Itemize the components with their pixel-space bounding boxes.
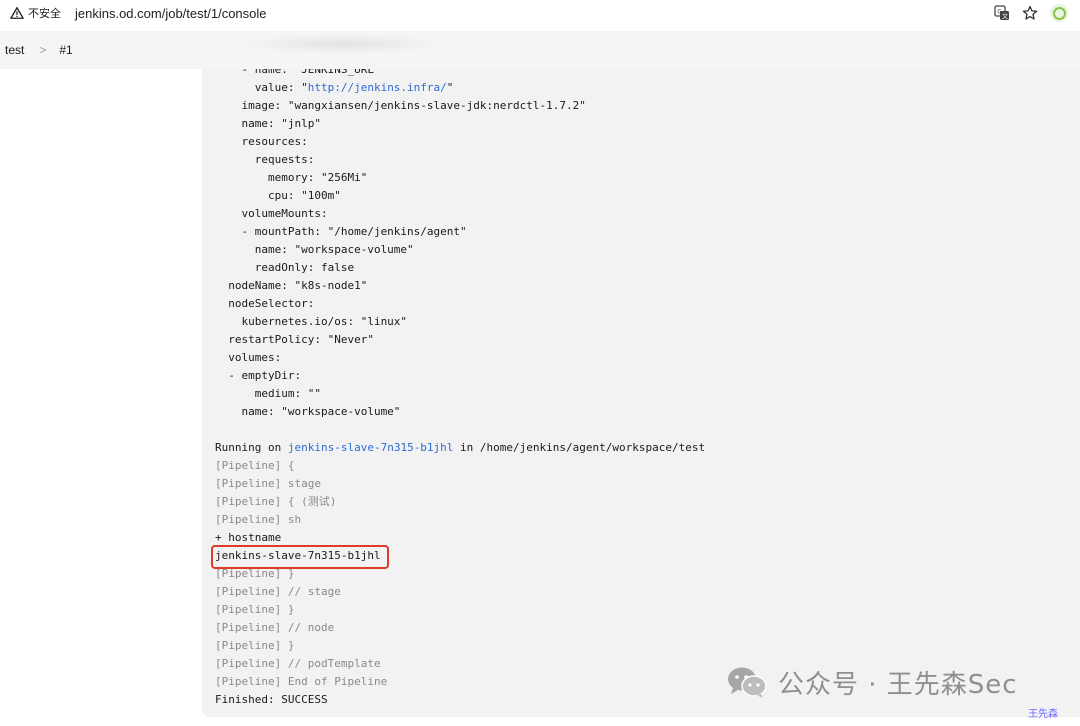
console-line: [Pipeline] stage [215, 475, 705, 493]
console-line-text: nodeSelector: [215, 297, 315, 310]
console-line: [Pipeline] sh [215, 511, 705, 529]
translate-icon[interactable]: G 文 [994, 5, 1010, 21]
breadcrumb: test > #1 [0, 31, 1080, 69]
security-indicator[interactable]: 不安全 [4, 2, 67, 24]
warning-icon [10, 7, 24, 19]
console-line-text: name: "jnlp" [215, 117, 321, 130]
console-line-text: [Pipeline] } [215, 603, 295, 616]
console-line-text: [Pipeline] // node [215, 621, 335, 634]
console-line: value: "http://jenkins.infra/" [215, 79, 705, 97]
console-line: nodeSelector: [215, 295, 705, 313]
console-line: image: "wangxiansen/jenkins-slave-jdk:ne… [215, 97, 705, 115]
console-line-text: [Pipeline] { (测试) [215, 495, 337, 508]
breadcrumb-item-test[interactable]: test [3, 43, 26, 57]
console-link[interactable]: http://jenkins.infra/ [308, 81, 447, 94]
breadcrumb-smudge [240, 34, 445, 54]
console-line-text: image: "wangxiansen/jenkins-slave-jdk:ne… [215, 99, 586, 112]
console-line-text: [Pipeline] } [215, 639, 295, 652]
console-line-text: Finished: SUCCESS [215, 693, 328, 706]
svg-text:文: 文 [1002, 12, 1008, 20]
highlight-box [211, 545, 389, 569]
console-line-text: Running on [215, 441, 288, 454]
console-lines: - name: "JENKINS_URL" value: "http://jen… [211, 69, 705, 709]
console-line-text: value: " [215, 81, 308, 94]
console-line-text: nodeName: "k8s-node1" [215, 279, 368, 292]
console-line: nodeName: "k8s-node1" [215, 277, 705, 295]
wechat-icon [728, 667, 767, 698]
console-link[interactable]: jenkins-slave-7n315-b1jhl [288, 441, 454, 454]
console-line: [Pipeline] } [215, 637, 705, 655]
console-line-text: kubernetes.io/os: "linux" [215, 315, 408, 328]
console-line-text: [Pipeline] // podTemplate [215, 657, 381, 670]
page: 不安全 jenkins.od.com/job/test/1/console G … [0, 0, 1080, 726]
console-line-text: medium: "" [215, 387, 321, 400]
profile-icon[interactable] [1050, 4, 1068, 22]
console-line: readOnly: false [215, 259, 705, 277]
console-line: - emptyDir: [215, 367, 705, 385]
security-label: 不安全 [28, 8, 61, 20]
star-icon[interactable] [1022, 5, 1038, 21]
console-line-text: [Pipeline] // stage [215, 585, 341, 598]
console-line: restartPolicy: "Never" [215, 331, 705, 349]
console-line: memory: "256Mi" [215, 169, 705, 187]
watermark-text: 公众号 · 王先森Sec [778, 669, 1018, 700]
console-line-text: requests: [215, 153, 315, 166]
console-line: name: "workspace-volume" [215, 403, 705, 421]
console-line-text: - emptyDir: [215, 369, 302, 382]
console-line-text: " [446, 81, 454, 94]
console-line-text: cpu: "100m" [215, 189, 341, 202]
console-line-text: name: "workspace-volume" [215, 243, 414, 256]
console-line: name: "jnlp" [215, 115, 705, 133]
console-line-text: - name: "JENKINS_URL" [215, 69, 381, 76]
console-line-text: name: "workspace-volume" [215, 405, 401, 418]
console-line: [Pipeline] // podTemplate [215, 655, 705, 673]
breadcrumb-item-build[interactable]: #1 [57, 43, 74, 57]
console-line-text: - mountPath: "/home/jenkins/agent" [215, 225, 467, 238]
console-output: - name: "JENKINS_URL" value: "http://jen… [202, 69, 1080, 717]
console-line-text: + hostname [215, 531, 282, 544]
console-line-text: [Pipeline] { [215, 459, 295, 472]
console-line: requests: [215, 151, 705, 169]
console-line: [Pipeline] } [215, 601, 705, 619]
corner-watermark: 王先森 [1028, 709, 1058, 720]
console-line: volumeMounts: [215, 205, 705, 223]
console-line-text: volumeMounts: [215, 207, 328, 220]
browser-address-bar: 不安全 jenkins.od.com/job/test/1/console G … [0, 0, 1080, 26]
highlighted-hostname-line: jenkins-slave-7n315-b1jhl [211, 545, 705, 569]
watermark: 公众号 · 王先森Sec [726, 662, 1018, 702]
console-line-text: [Pipeline] sh [215, 513, 302, 526]
console-line: name: "workspace-volume" [215, 241, 705, 259]
console-line: volumes: [215, 349, 705, 367]
address-bar-actions: G 文 [994, 0, 1080, 26]
console-line-text: [Pipeline] End of Pipeline [215, 675, 388, 688]
console-line: [Pipeline] // node [215, 619, 705, 637]
console-line-text: resources: [215, 135, 308, 148]
console-line: [Pipeline] // stage [215, 583, 705, 601]
console-line-text: volumes: [215, 351, 282, 364]
url-text[interactable]: jenkins.od.com/job/test/1/console [75, 6, 267, 21]
console-line: cpu: "100m" [215, 187, 705, 205]
console-line-text: in /home/jenkins/agent/workspace/test [453, 441, 706, 454]
console-line: - mountPath: "/home/jenkins/agent" [215, 223, 705, 241]
console-line: [Pipeline] End of Pipeline [215, 673, 705, 691]
console-line-text: readOnly: false [215, 261, 355, 274]
console-line: resources: [215, 133, 705, 151]
chevron-right-icon: > [39, 43, 47, 57]
console-line-text: [Pipeline] stage [215, 477, 321, 490]
console-line: kubernetes.io/os: "linux" [215, 313, 705, 331]
console-line: [Pipeline] { (测试) [215, 493, 705, 511]
console-line-text: restartPolicy: "Never" [215, 333, 374, 346]
console-line: Finished: SUCCESS [215, 691, 705, 709]
console-line: medium: "" [215, 385, 705, 403]
console-line: Running on jenkins-slave-7n315-b1jhl in … [215, 439, 705, 457]
console-line: [Pipeline] { [215, 457, 705, 475]
console-line: - name: "JENKINS_URL" [215, 69, 705, 79]
console-line-text: memory: "256Mi" [215, 171, 368, 184]
